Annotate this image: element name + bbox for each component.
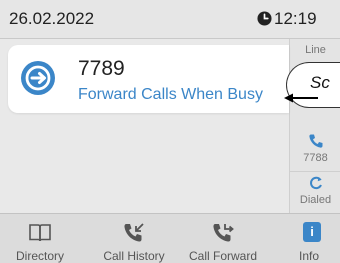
- book-icon: [29, 224, 51, 242]
- forward-type-label: Forward Calls When Busy: [78, 86, 263, 103]
- tab-info[interactable]: i Info: [286, 214, 340, 263]
- arrow-left-icon: [284, 93, 318, 103]
- tab-directory[interactable]: Directory: [0, 214, 80, 263]
- redial-icon: [310, 176, 322, 190]
- tab-call-history[interactable]: Call History: [92, 214, 176, 263]
- line-key-label: 7788: [303, 152, 328, 164]
- info-icon: i: [303, 222, 321, 242]
- tab-label: Info: [298, 249, 319, 263]
- status-clock: 12:19: [257, 9, 317, 29]
- call-forward-icon: [21, 61, 55, 95]
- bottom-tab-bar: Directory Call History Call Forward i In…: [0, 213, 340, 263]
- tab-call-forward[interactable]: Call Forward: [180, 214, 266, 263]
- status-bar: 26.02.2022 12:19: [0, 0, 340, 39]
- forward-number: 7789: [78, 57, 125, 80]
- annotation-callout-text: Sc: [310, 73, 330, 92]
- tab-label: Call History: [103, 249, 165, 263]
- call-forward-icon: [213, 224, 234, 242]
- status-date: 26.02.2022: [9, 9, 95, 28]
- tab-label: Call Forward: [188, 249, 257, 263]
- line-key-label: Dialed: [299, 194, 332, 206]
- tab-label: Directory: [15, 249, 64, 263]
- call-forward-card[interactable]: 7789 Forward Calls When Busy: [8, 45, 289, 113]
- line-key-7788[interactable]: 7788: [290, 127, 340, 172]
- line-key-label: Line: [305, 44, 326, 56]
- clock-icon: [257, 11, 272, 26]
- line-key-dialed[interactable]: Dialed: [290, 172, 340, 213]
- phone-icon: [309, 134, 323, 148]
- call-history-icon: [124, 223, 144, 242]
- status-time: 12:19: [274, 9, 317, 28]
